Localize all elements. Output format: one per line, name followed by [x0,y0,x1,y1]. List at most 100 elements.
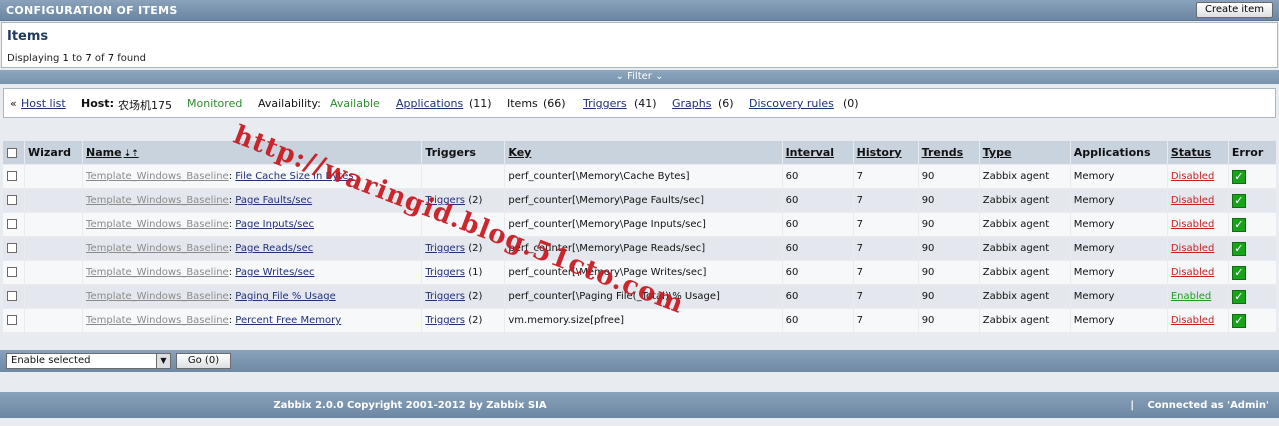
row-checkbox[interactable] [7,219,17,229]
item-status-cell: Disabled [1167,213,1228,236]
item-key: perf_counter[\Memory\Cache Bytes] [505,165,782,188]
item-name-link[interactable]: Page Writes/sec [235,267,314,278]
graphs-link[interactable]: Graphs [672,97,711,110]
displaying-from: 1 [62,53,69,64]
displaying-of-word: of [94,53,105,64]
displaying-to: 7 [85,53,92,64]
item-triggers-link[interactable]: Triggers [425,267,465,278]
item-history: 7 [853,189,918,212]
column-header-trends[interactable]: Trends [918,141,979,164]
select-all-checkbox[interactable] [7,148,17,158]
item-wizard-cell [25,237,83,260]
item-error-cell: ✓ [1228,213,1276,236]
item-status-cell: Disabled [1167,165,1228,188]
item-template-link[interactable]: Template_Windows_Baseline [86,171,229,182]
item-trends: 90 [918,237,979,260]
column-header-history-label[interactable]: History [857,146,902,159]
item-status-toggle[interactable]: Disabled [1171,195,1214,206]
row-select-cell [3,237,25,260]
items-summary-box: Items Displaying 1 to 7 of 7 found [1,22,1278,68]
column-header-key[interactable]: Key [505,141,782,164]
item-applications: Memory [1070,261,1167,284]
column-header-status[interactable]: Status [1167,141,1228,164]
go-button[interactable]: Go (0) [176,353,231,369]
item-error-cell: ✓ [1228,237,1276,260]
item-name-link[interactable]: Page Faults/sec [235,195,312,206]
item-history: 7 [853,165,918,188]
item-name-link[interactable]: Paging File % Usage [235,291,335,302]
item-triggers-count: (1) [468,267,483,278]
mass-action-select[interactable]: Enable selected ▼ [6,353,171,369]
triggers-link[interactable]: Triggers [583,97,627,110]
table-row: Template_Windows_Baseline: Page Inputs/s… [3,213,1276,236]
item-key: perf_counter[\Memory\Page Inputs/sec] [505,213,782,236]
item-template-link[interactable]: Template_Windows_Baseline [86,315,229,326]
item-triggers-link[interactable]: Triggers [425,195,465,206]
item-template-link[interactable]: Template_Windows_Baseline [86,267,229,278]
item-status-toggle[interactable]: Disabled [1171,171,1214,182]
row-checkbox[interactable] [7,195,17,205]
item-triggers-link[interactable]: Triggers [425,291,465,302]
table-row: Template_Windows_Baseline: Page Writes/s… [3,261,1276,284]
item-type: Zabbix agent [979,165,1070,188]
row-checkbox[interactable] [7,291,17,301]
column-header-name[interactable]: Name ⇣⇡ [83,141,422,164]
item-triggers-cell: Triggers (2) [422,189,505,212]
item-interval: 60 [782,189,853,212]
item-trends: 90 [918,165,979,188]
host-status-monitored: Monitored [187,97,243,110]
item-template-link[interactable]: Template_Windows_Baseline [86,243,229,254]
item-triggers-link[interactable]: Triggers [425,315,465,326]
row-checkbox[interactable] [7,315,17,325]
create-item-button[interactable]: Create item [1196,2,1273,18]
row-checkbox[interactable] [7,267,17,277]
row-checkbox[interactable] [7,243,17,253]
column-header-trends-label[interactable]: Trends [922,146,963,159]
column-header-type-label[interactable]: Type [983,146,1012,159]
item-status-toggle[interactable]: Enabled [1171,291,1211,302]
row-select-cell [3,213,25,236]
item-status-toggle[interactable]: Disabled [1171,315,1214,326]
discovery-rules-link[interactable]: Discovery rules [749,97,834,110]
item-status-toggle[interactable]: Disabled [1171,219,1214,230]
column-header-error: Error [1228,141,1276,164]
item-template-link[interactable]: Template_Windows_Baseline [86,291,229,302]
column-header-name-label[interactable]: Name [86,146,122,159]
chevron-down-icon: ⌄ [655,71,664,82]
item-status-cell: Disabled [1167,189,1228,212]
column-header-key-label[interactable]: Key [508,146,531,159]
column-header-interval[interactable]: Interval [782,141,853,164]
applications-link[interactable]: Applications [396,97,463,110]
select-all-header [3,141,25,164]
item-triggers-cell: Triggers (2) [422,309,505,332]
item-template-link[interactable]: Template_Windows_Baseline [86,219,229,230]
table-row: Template_Windows_Baseline: Page Reads/se… [3,237,1276,260]
item-triggers-count: (2) [468,243,483,254]
item-history: 7 [853,261,918,284]
column-header-status-label[interactable]: Status [1171,146,1211,159]
item-name-link[interactable]: Page Inputs/sec [235,219,314,230]
item-name-link[interactable]: Page Reads/sec [235,243,313,254]
item-interval: 60 [782,309,853,332]
item-applications: Memory [1070,309,1167,332]
row-select-cell [3,309,25,332]
item-template-link[interactable]: Template_Windows_Baseline [86,195,229,206]
item-type: Zabbix agent [979,237,1070,260]
column-header-history[interactable]: History [853,141,918,164]
item-status-toggle[interactable]: Disabled [1171,243,1214,254]
graphs-count: (6) [718,97,734,110]
row-checkbox[interactable] [7,171,17,181]
item-name-link[interactable]: File Cache Size in Bytes [235,171,353,182]
filter-toggle[interactable]: ⌄ Filter ⌄ [0,70,1279,84]
column-header-type[interactable]: Type [979,141,1070,164]
column-header-interval-label[interactable]: Interval [786,146,834,159]
item-triggers-link[interactable]: Triggers [425,243,465,254]
item-interval: 60 [782,285,853,308]
item-name-cell: Template_Windows_Baseline: Paging File %… [83,285,422,308]
mass-action-bar: Enable selected ▼ Go (0) [0,350,1279,372]
item-name-cell: Template_Windows_Baseline: Page Reads/se… [83,237,422,260]
host-list-link[interactable]: Host list [21,97,66,110]
item-history: 7 [853,285,918,308]
item-name-link[interactable]: Percent Free Memory [235,315,341,326]
item-status-toggle[interactable]: Disabled [1171,267,1214,278]
